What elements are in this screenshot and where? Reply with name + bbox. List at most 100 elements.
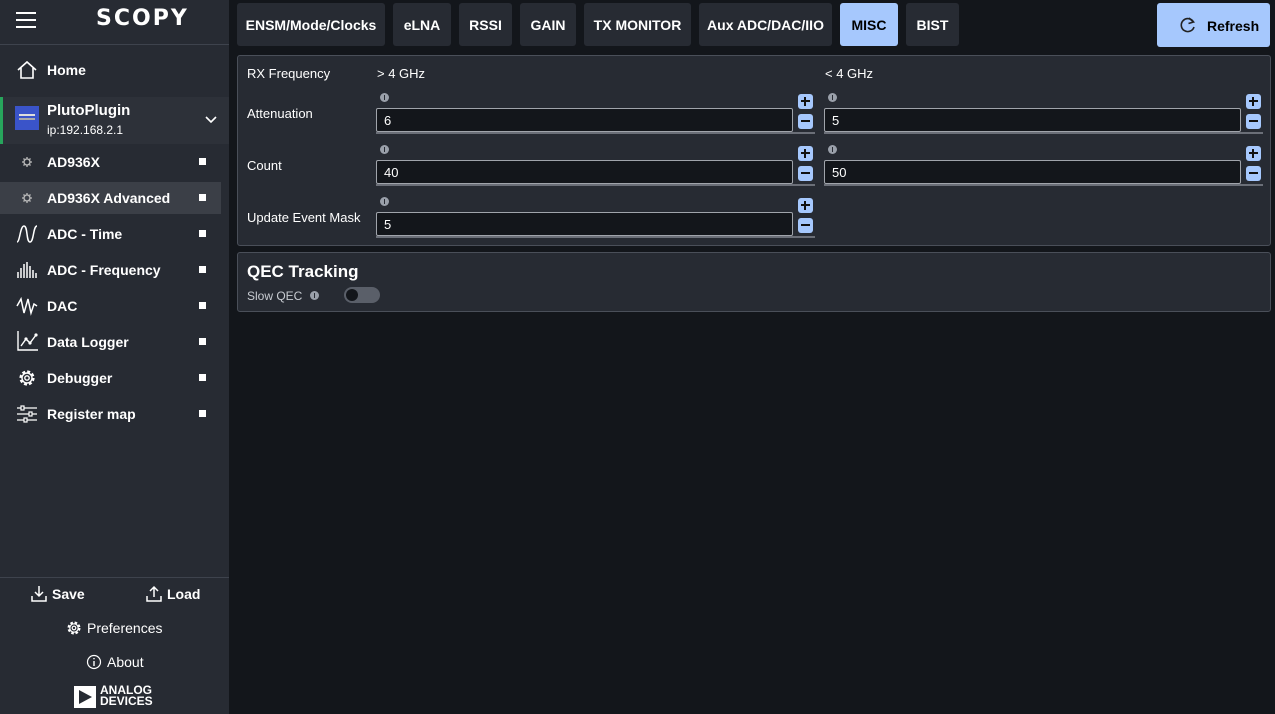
sidebar-header: SCOPY bbox=[0, 0, 229, 45]
slow-qec-toggle[interactable] bbox=[344, 287, 380, 303]
column-low-label: < 4 GHz bbox=[825, 66, 874, 81]
tab-elna[interactable]: eLNA bbox=[393, 3, 451, 46]
gear-small-icon bbox=[22, 193, 32, 203]
status-dot bbox=[199, 230, 206, 237]
count-low-decrement-button[interactable] bbox=[1246, 166, 1261, 181]
sidebar-item-debugger[interactable]: Debugger bbox=[0, 362, 221, 394]
count-low-field[interactable] bbox=[824, 160, 1241, 184]
status-dot bbox=[199, 338, 206, 345]
count-low-increment-button[interactable] bbox=[1246, 146, 1261, 161]
status-dot bbox=[199, 410, 206, 417]
sidebar-item-label: Debugger bbox=[47, 370, 113, 386]
plugin-device-icon bbox=[15, 106, 39, 130]
info-icon bbox=[86, 654, 102, 670]
sidebar-item-ad936x[interactable]: AD936X bbox=[0, 146, 221, 178]
sidebar-item-label: Data Logger bbox=[47, 334, 129, 350]
info-icon[interactable] bbox=[380, 145, 389, 154]
gear-icon bbox=[67, 621, 81, 635]
refresh-icon bbox=[1180, 17, 1196, 33]
info-icon[interactable] bbox=[828, 145, 837, 154]
attenuation-low-increment-button[interactable] bbox=[1246, 94, 1261, 109]
status-dot bbox=[199, 194, 206, 201]
chart-line-icon bbox=[17, 331, 38, 351]
status-dot bbox=[199, 266, 206, 273]
count-label: Count bbox=[247, 158, 282, 173]
toggle-knob bbox=[346, 289, 358, 301]
sidebar-item-adc-frequency[interactable]: ADC - Frequency bbox=[0, 254, 221, 286]
sidebar-item-label: AD936X Advanced bbox=[47, 190, 171, 206]
spectrum-icon bbox=[17, 262, 37, 278]
sidebar-item-home[interactable]: Home bbox=[0, 54, 221, 86]
sidebar-item-label: AD936X bbox=[47, 154, 100, 170]
download-icon bbox=[31, 586, 47, 602]
column-high-label: > 4 GHz bbox=[377, 66, 426, 81]
load-button[interactable]: Load bbox=[145, 583, 205, 605]
sidebar-item-data-logger[interactable]: Data Logger bbox=[0, 326, 221, 358]
about-label: About bbox=[107, 654, 144, 670]
sidebar-item-label: ADC - Frequency bbox=[47, 262, 161, 278]
field-underline bbox=[376, 132, 815, 134]
about-button[interactable]: About bbox=[85, 651, 155, 673]
refresh-label: Refresh bbox=[1207, 18, 1260, 34]
tab-tx-monitor[interactable]: TX MONITOR bbox=[584, 3, 691, 46]
count-high-decrement-button[interactable] bbox=[798, 166, 813, 181]
hamburger-menu-icon[interactable] bbox=[16, 12, 36, 28]
refresh-button[interactable]: Refresh bbox=[1157, 3, 1270, 47]
sidebar-item-label: DAC bbox=[47, 298, 78, 314]
waveform-icon bbox=[16, 225, 38, 243]
field-underline bbox=[824, 132, 1263, 134]
field-underline bbox=[376, 236, 815, 238]
preferences-label: Preferences bbox=[87, 620, 163, 636]
field-underline bbox=[824, 184, 1263, 186]
info-icon[interactable] bbox=[828, 93, 837, 102]
attenuation-label: Attenuation bbox=[247, 106, 313, 121]
sidebar-item-label: ADC - Time bbox=[47, 226, 123, 242]
gear-small-icon bbox=[22, 157, 32, 167]
update-event-mask-decrement-button[interactable] bbox=[798, 218, 813, 233]
sidebar: SCOPY Home PlutoPlugin ip:192.168.2.1 AD… bbox=[0, 0, 229, 714]
status-dot bbox=[199, 158, 206, 165]
tab-aux-adc-dac-iio[interactable]: Aux ADC/DAC/IIO bbox=[699, 3, 832, 46]
sliders-icon bbox=[17, 405, 37, 423]
sidebar-item-adc-time[interactable]: ADC - Time bbox=[0, 218, 221, 250]
upload-icon bbox=[146, 585, 162, 602]
qec-tracking-title: QEC Tracking bbox=[247, 262, 359, 281]
plugin-entry[interactable]: PlutoPlugin ip:192.168.2.1 bbox=[0, 97, 229, 144]
chevron-down-icon[interactable] bbox=[204, 112, 218, 126]
app-logo: SCOPY bbox=[96, 6, 189, 31]
tab-gain[interactable]: GAIN bbox=[520, 3, 576, 46]
sidebar-item-ad936x-advanced[interactable]: AD936X Advanced bbox=[0, 182, 221, 214]
brand-text: ANALOG DEVICES bbox=[100, 684, 153, 708]
plugin-name: PlutoPlugin bbox=[47, 102, 131, 119]
info-icon[interactable] bbox=[380, 197, 389, 206]
gear-icon bbox=[19, 370, 35, 386]
tab-ensm-mode-clocks[interactable]: ENSM/Mode/Clocks bbox=[237, 3, 385, 46]
tab-bist[interactable]: BIST bbox=[906, 3, 959, 46]
attenuation-low-field[interactable] bbox=[824, 108, 1241, 132]
status-dot bbox=[199, 302, 206, 309]
update-event-mask-increment-button[interactable] bbox=[798, 198, 813, 213]
analog-devices-logo-mark bbox=[74, 686, 96, 708]
preferences-button[interactable]: Preferences bbox=[65, 617, 175, 639]
count-high-field[interactable] bbox=[376, 160, 793, 184]
tab-rssi[interactable]: RSSI bbox=[459, 3, 512, 46]
sidebar-item-dac[interactable]: DAC bbox=[0, 290, 221, 322]
count-high-increment-button[interactable] bbox=[798, 146, 813, 161]
attenuation-low-decrement-button[interactable] bbox=[1246, 114, 1261, 129]
attenuation-high-decrement-button[interactable] bbox=[798, 114, 813, 129]
update-event-mask-field[interactable] bbox=[376, 212, 793, 236]
sidebar-item-register-map[interactable]: Register map bbox=[0, 398, 221, 430]
brand-line-2: DEVICES bbox=[100, 694, 153, 708]
field-underline bbox=[376, 184, 815, 186]
info-icon[interactable] bbox=[380, 93, 389, 102]
signal-icon bbox=[16, 296, 38, 316]
load-label: Load bbox=[167, 586, 201, 602]
save-button[interactable]: Save bbox=[30, 583, 90, 605]
info-icon[interactable] bbox=[310, 291, 319, 300]
tab-misc[interactable]: MISC bbox=[840, 3, 898, 46]
sidebar-item-label: Register map bbox=[47, 406, 136, 422]
analog-devices-logo: ANALOG DEVICES bbox=[74, 684, 164, 709]
rx-frequency-label: RX Frequency bbox=[247, 66, 331, 81]
attenuation-high-field[interactable] bbox=[376, 108, 793, 132]
attenuation-high-increment-button[interactable] bbox=[798, 94, 813, 109]
